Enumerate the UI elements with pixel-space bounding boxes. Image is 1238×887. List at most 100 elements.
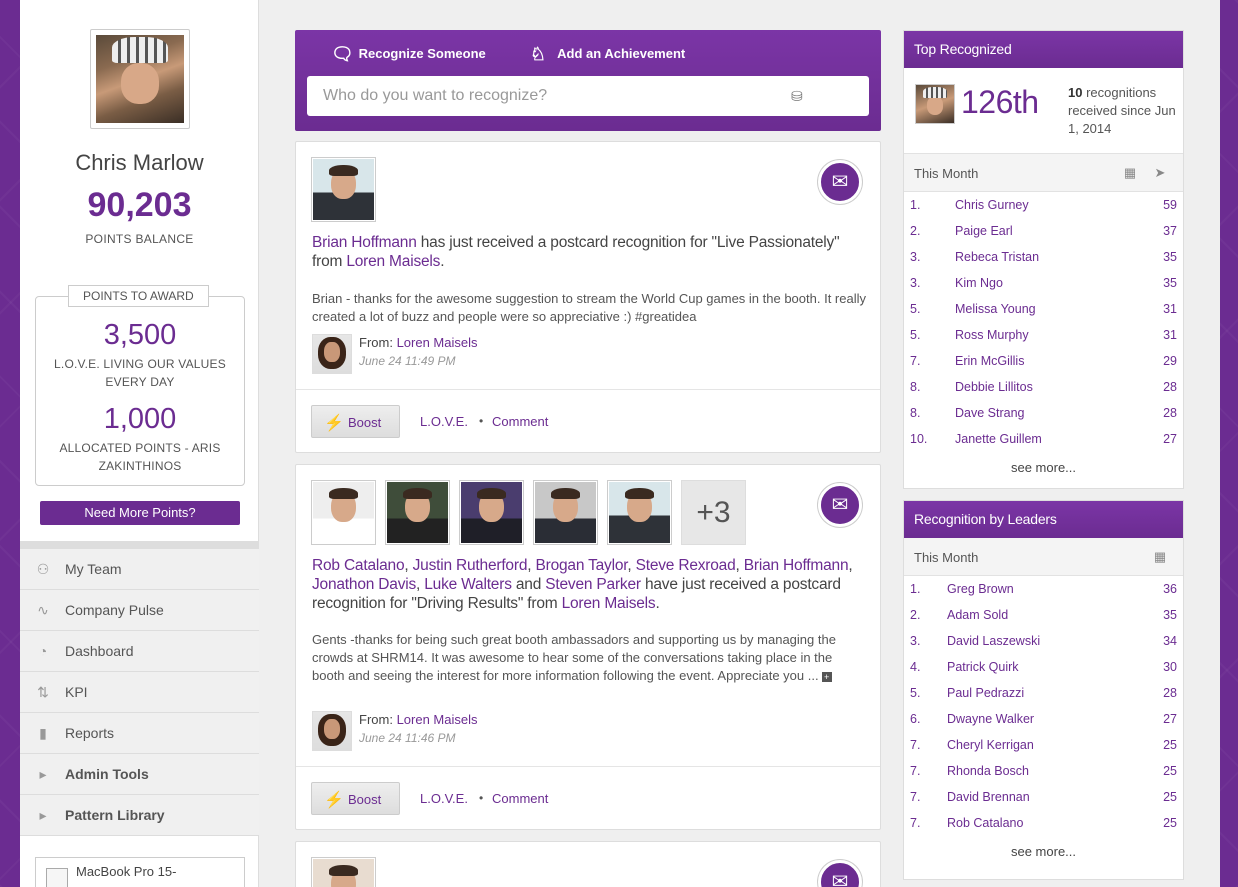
expand-plus-icon[interactable]: + xyxy=(821,671,832,682)
headline-period: . xyxy=(655,595,660,612)
recognize-search-input[interactable] xyxy=(307,76,869,116)
leaderboard-row: 7. Cheryl Kerrigan 25 xyxy=(904,732,1183,758)
person-link[interactable]: Patrick Quirk xyxy=(947,660,1019,674)
my-avatar[interactable] xyxy=(915,84,955,124)
leaderboard-row: 2. Paige Earl 37 xyxy=(904,218,1183,244)
leaderboard-row: 3. Rebeca Tristan 35 xyxy=(904,244,1183,270)
see-more-link[interactable]: see more... xyxy=(904,452,1183,484)
recognition-timestamp: June 24 11:46 PM xyxy=(359,731,456,745)
recipient-photo[interactable] xyxy=(385,480,450,545)
person-link[interactable]: Melissa Young xyxy=(955,302,1036,316)
person-link[interactable]: Chris Gurney xyxy=(955,198,1029,212)
leaderboard-row: 5. Paul Pedrazzi 28 xyxy=(904,680,1183,706)
nav-item-dashboard[interactable]: ◔ Dashboard xyxy=(20,631,259,672)
top-recognized-widget: Top Recognized 126th 10 recognitions rec… xyxy=(903,30,1184,489)
recognition-count: 59 xyxy=(1163,198,1177,212)
tab-add-achievement[interactable]: ♘ Add an Achievement xyxy=(530,44,685,65)
comment-link[interactable]: Comment xyxy=(492,414,548,429)
recipient-photo[interactable] xyxy=(459,480,524,545)
nav-item-pattern-library[interactable]: ▸ Pattern Library xyxy=(20,795,259,836)
person-link[interactable]: Cheryl Kerrigan xyxy=(947,738,1034,752)
boost-button[interactable]: ⚡ Boost xyxy=(311,782,400,815)
recognition-count: 10 xyxy=(1068,85,1083,100)
calendar-icon[interactable]: ▦ xyxy=(1122,165,1138,181)
recognition-count: 29 xyxy=(1163,354,1177,368)
device-card[interactable]: MacBook Pro 15- xyxy=(35,857,245,887)
person-link[interactable]: Paul Pedrazzi xyxy=(947,686,1024,700)
nav-item-kpi[interactable]: ⇅ KPI xyxy=(20,672,259,713)
recipient-link[interactable]: Steven Parker xyxy=(545,576,641,593)
value-link[interactable]: L.O.V.E. xyxy=(420,414,468,429)
speech-bubble-icon: 🗨 xyxy=(331,44,354,64)
person-link[interactable]: Rhonda Bosch xyxy=(947,764,1029,778)
profile-avatar[interactable] xyxy=(90,29,190,129)
person-link[interactable]: Paige Earl xyxy=(955,224,1013,238)
recipient-link[interactable]: Brian Hoffmann xyxy=(744,557,849,574)
see-more-link[interactable]: see more... xyxy=(904,836,1183,868)
lightning-bolt-icon: ⚡ xyxy=(324,792,344,809)
recipient-link[interactable]: Steve Rexroad xyxy=(636,557,736,574)
recipient-photo[interactable] xyxy=(311,157,376,222)
from-line: From: Loren Maisels xyxy=(359,712,478,727)
card-footer: ⚡ Boost L.O.V.E. • Comment xyxy=(296,389,880,455)
person-link[interactable]: David Laszewski xyxy=(947,634,1040,648)
share-icon[interactable]: ➤ xyxy=(1152,165,1168,181)
rank-number: 8. xyxy=(910,380,921,394)
recipient-link[interactable]: Brian Hoffmann xyxy=(312,234,417,251)
recognition-count: 28 xyxy=(1163,380,1177,394)
person-link[interactable]: Adam Sold xyxy=(947,608,1008,622)
giver-link[interactable]: Loren Maisels xyxy=(346,253,440,270)
nav-item-company-pulse[interactable]: ∿ Company Pulse xyxy=(20,590,259,631)
award-label-allocated: ALLOCATED POINTS - ARIS ZAKINTHINOS xyxy=(59,441,221,473)
giver-avatar[interactable] xyxy=(312,711,352,751)
nav-item-admin-tools[interactable]: ▸ Admin Tools xyxy=(20,754,259,795)
recognition-count: 25 xyxy=(1163,738,1177,752)
points-balance-label: POINTS BALANCE xyxy=(85,232,194,246)
from-name-link[interactable]: Loren Maisels xyxy=(397,712,478,727)
profile-name[interactable]: Chris Marlow xyxy=(20,150,259,176)
postcard-badge-icon: ✉ xyxy=(818,860,862,887)
person-link[interactable]: Ross Murphy xyxy=(955,328,1029,342)
person-link[interactable]: Dwayne Walker xyxy=(947,712,1034,726)
tab-recognize-someone[interactable]: 🗨 Recognize Someone xyxy=(331,44,486,65)
giver-avatar[interactable] xyxy=(312,334,352,374)
recipient-link[interactable]: Brogan Taylor xyxy=(535,557,627,574)
add-people-icon[interactable]: ⛁ xyxy=(791,88,807,104)
need-more-points-button[interactable]: Need More Points? xyxy=(40,501,240,525)
rank-number: 5. xyxy=(910,328,921,342)
leaderboard-row: 7. Rob Catalano 25 xyxy=(904,810,1183,836)
feed-card: ✉ xyxy=(295,841,881,887)
boost-button[interactable]: ⚡ Boost xyxy=(311,405,400,438)
more-recipients-count[interactable]: +3 xyxy=(681,480,746,545)
award-amount-love: 3,500 xyxy=(103,319,177,351)
calendar-icon[interactable]: ▦ xyxy=(1152,549,1168,565)
person-link[interactable]: Rebeca Tristan xyxy=(955,250,1039,264)
recipient-link[interactable]: Rob Catalano xyxy=(312,557,405,574)
recipient-photo[interactable] xyxy=(533,480,598,545)
recipient-photo[interactable] xyxy=(311,480,376,545)
person-link[interactable]: Rob Catalano xyxy=(947,816,1023,830)
leaderboard-row: 7. Erin McGillis 29 xyxy=(904,348,1183,374)
person-link[interactable]: Debbie Lillitos xyxy=(955,380,1033,394)
period-label: This Month xyxy=(914,166,979,181)
person-link[interactable]: Greg Brown xyxy=(947,582,1014,596)
nav-item-reports[interactable]: ▮ Reports xyxy=(20,713,259,754)
giver-link[interactable]: Loren Maisels xyxy=(562,595,656,612)
recipient-link[interactable]: Jonathon Davis xyxy=(312,576,416,593)
recipient-photo[interactable] xyxy=(311,857,376,887)
person-link[interactable]: Erin McGillis xyxy=(955,354,1024,368)
recipient-link[interactable]: Luke Walters xyxy=(424,576,512,593)
recipient-photo[interactable] xyxy=(607,480,672,545)
comment-link[interactable]: Comment xyxy=(492,791,548,806)
person-link[interactable]: Dave Strang xyxy=(955,406,1024,420)
person-link[interactable]: Kim Ngo xyxy=(955,276,1003,290)
tab-label: Recognize Someone xyxy=(358,45,486,61)
value-link[interactable]: L.O.V.E. xyxy=(420,791,468,806)
from-name-link[interactable]: Loren Maisels xyxy=(397,335,478,350)
person-link[interactable]: Janette Guillem xyxy=(955,432,1042,446)
person-link[interactable]: David Brennan xyxy=(947,790,1030,804)
recipient-link[interactable]: Justin Rutherford xyxy=(413,557,528,574)
recognition-message: Gents -thanks for being such great booth… xyxy=(312,631,868,685)
nav-item-my-team[interactable]: ⚇ My Team xyxy=(20,549,259,590)
rank-number: 5. xyxy=(910,302,921,316)
